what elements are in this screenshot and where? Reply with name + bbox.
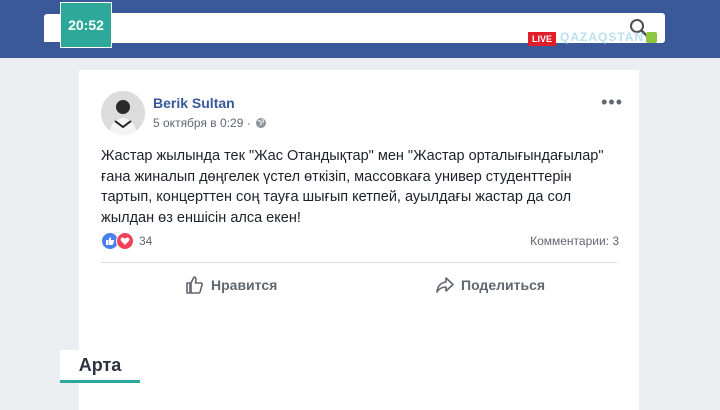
share-arrow-icon [436, 277, 454, 293]
comments-count[interactable]: Комментарии: 3 [530, 234, 619, 248]
post-text-line: жылдан өз еншісін алса екен! [101, 209, 301, 226]
author-name[interactable]: Berik Sultan [153, 95, 235, 111]
reactions-summary[interactable]: 34 [101, 232, 152, 250]
post-text-line: ғана жиналып дөңгелек үстел өткізіп, мас… [101, 168, 572, 185]
channel-name: QAZAQSTAN [560, 30, 645, 44]
channel-logo-icon [646, 32, 658, 44]
channel-logo: QAZAQSTAN [560, 30, 680, 48]
avatar[interactable] [101, 91, 145, 135]
post-meta: 5 октября в 0:29 · [153, 116, 267, 130]
share-button-label: Поделиться [461, 277, 546, 293]
person-photo-icon [101, 91, 145, 135]
globe-icon [255, 118, 266, 128]
post-text: Жастар жылында тек "Жас Отандықтар" мен … [101, 146, 621, 228]
post-text-line: Жастар жылында тек "Жас Отандықтар" мен … [101, 148, 604, 164]
program-title: Арта [60, 350, 140, 383]
more-options-icon[interactable]: ••• [601, 92, 623, 113]
post-text-line: тартып, концерттен соң тауға шығып кетпе… [101, 189, 572, 205]
broadcast-clock: 20:52 [60, 2, 112, 48]
like-button[interactable]: Нравится [185, 273, 277, 297]
divider [101, 262, 617, 263]
post-timestamp[interactable]: 5 октября в 0:29 · [153, 116, 251, 130]
live-badge: LIVE [528, 32, 556, 46]
reaction-count: 34 [139, 234, 153, 248]
love-reaction-icon [116, 232, 134, 250]
share-button[interactable]: Поделиться [435, 273, 545, 297]
like-button-label: Нравится [211, 277, 278, 293]
thumbs-up-icon [186, 276, 203, 294]
facebook-post: Berik Sultan 5 октября в 0:29 · ••• Жаст… [79, 70, 639, 410]
